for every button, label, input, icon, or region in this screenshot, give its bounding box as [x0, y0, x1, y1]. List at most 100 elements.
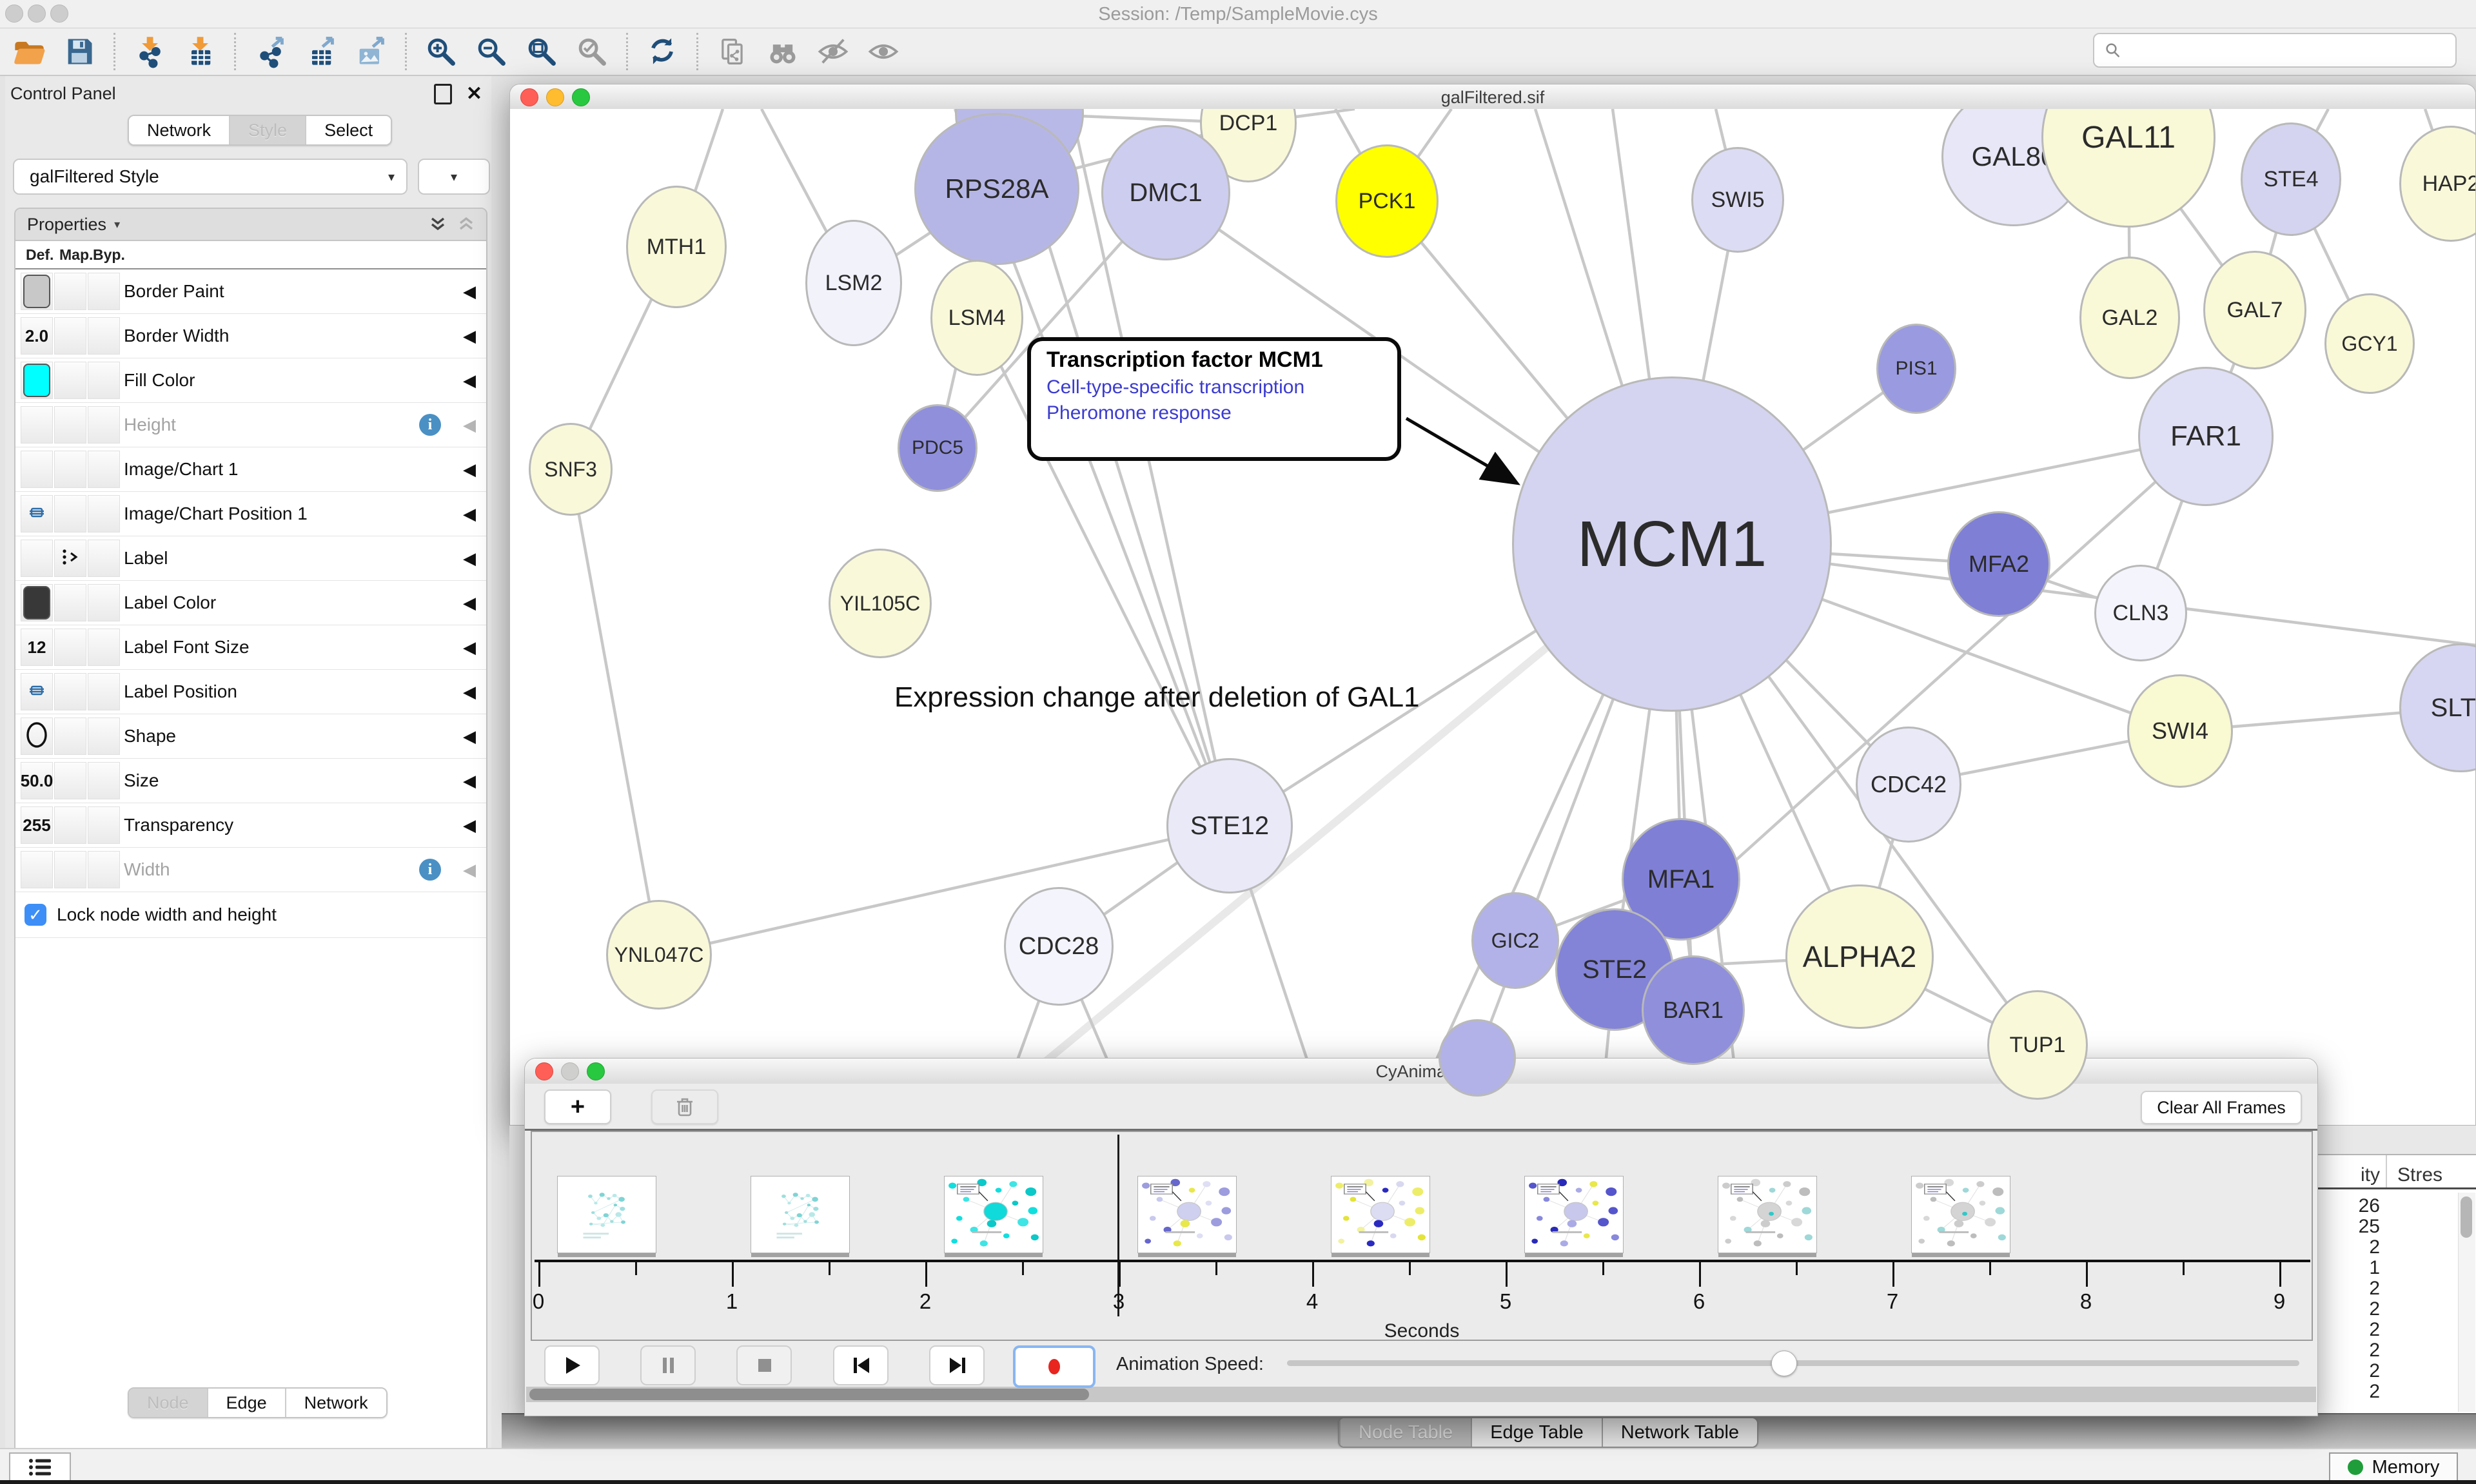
default-cell[interactable]: [21, 851, 53, 888]
bypass-cell[interactable]: [88, 851, 120, 888]
default-cell[interactable]: [21, 406, 53, 444]
refresh-icon[interactable]: [644, 33, 681, 70]
timeline-frame-3[interactable]: [1137, 1176, 1237, 1253]
table-tab-edge-table[interactable]: Edge Table: [1471, 1418, 1602, 1447]
style-tab-edge[interactable]: Edge: [207, 1389, 285, 1417]
mapping-cell[interactable]: [54, 362, 86, 399]
mapping-cell[interactable]: [54, 851, 86, 888]
property-row-label-position[interactable]: Label Position ◀: [15, 670, 486, 714]
default-cell[interactable]: [21, 718, 53, 755]
mapping-cell[interactable]: [54, 406, 86, 444]
expand-property-icon[interactable]: ◀: [463, 581, 476, 625]
mapping-cell[interactable]: [54, 273, 86, 310]
property-row-label-font-size[interactable]: 12 Label Font Size ◀: [15, 625, 486, 670]
property-row-image-chart-1[interactable]: Image/Chart 1 ◀: [15, 447, 486, 492]
default-value[interactable]: 12: [28, 638, 46, 658]
property-row-width[interactable]: Width i ◀: [15, 848, 486, 892]
bypass-cell[interactable]: [88, 317, 120, 355]
network-canvas[interactable]: DCP1RPS28ADMC1PCK1SWI5GAL80GAL11STE4HAP2…: [510, 109, 2475, 1125]
tab-style[interactable]: Style: [229, 116, 305, 144]
skip-to-start-button[interactable]: [833, 1345, 889, 1385]
property-row-label-color[interactable]: Label Color ◀: [15, 581, 486, 625]
table-column-header-ity[interactable]: ity: [2315, 1164, 2380, 1186]
expand-property-icon[interactable]: ◀: [463, 670, 476, 714]
play-button[interactable]: [544, 1345, 600, 1385]
memory-button[interactable]: Memory: [2329, 1452, 2458, 1482]
default-value[interactable]: 50.0: [21, 771, 54, 791]
table-cell[interactable]: 2: [2315, 1298, 2380, 1320]
timeline-frame-6[interactable]: [1718, 1176, 1817, 1253]
export-table-icon[interactable]: [302, 33, 339, 70]
save-session-icon[interactable]: [61, 33, 98, 70]
stop-button[interactable]: [736, 1345, 792, 1385]
record-button[interactable]: [1013, 1345, 1096, 1388]
default-cell[interactable]: 2.0: [21, 317, 53, 355]
find-icon[interactable]: [764, 33, 801, 70]
timeline-frame-2[interactable]: [944, 1176, 1043, 1253]
default-cell[interactable]: 50.0: [21, 762, 53, 799]
skip-to-end-button[interactable]: [929, 1345, 985, 1385]
pause-button[interactable]: [640, 1345, 696, 1385]
tab-select[interactable]: Select: [305, 116, 391, 144]
expand-property-icon[interactable]: ◀: [463, 848, 476, 892]
bypass-cell[interactable]: [88, 406, 120, 444]
expand-property-icon[interactable]: ◀: [463, 536, 476, 580]
clone-network-icon[interactable]: [714, 33, 751, 70]
mapping-cell[interactable]: [54, 718, 86, 755]
default-value[interactable]: 2.0: [25, 326, 48, 346]
table-scrollbar-thumb[interactable]: [2461, 1196, 2472, 1238]
property-row-height[interactable]: Height i ◀: [15, 403, 486, 447]
mapping-cell[interactable]: [54, 451, 86, 488]
bypass-cell[interactable]: [88, 762, 120, 799]
float-panel-icon[interactable]: [434, 84, 452, 104]
task-history-button[interactable]: [9, 1452, 71, 1482]
bypass-cell[interactable]: [88, 273, 120, 310]
property-row-label[interactable]: Label ◀: [15, 536, 486, 581]
timeline-frame-1[interactable]: [751, 1176, 850, 1253]
search-box[interactable]: [2093, 33, 2457, 68]
lock-checkbox[interactable]: ✓: [25, 904, 46, 926]
expand-property-icon[interactable]: ◀: [463, 269, 476, 313]
default-cell[interactable]: [21, 584, 53, 621]
tab-network[interactable]: Network: [129, 116, 229, 144]
bypass-cell[interactable]: [88, 806, 120, 844]
style-options-button[interactable]: ▾: [418, 159, 490, 195]
color-swatch[interactable]: [23, 275, 50, 308]
chevron-down-icon[interactable]: ▾: [114, 218, 120, 231]
network-window-titlebar[interactable]: galFiltered.sif: [510, 84, 2475, 110]
expand-property-icon[interactable]: ◀: [463, 314, 476, 358]
style-selector[interactable]: galFiltered Style ▾: [13, 159, 408, 195]
bypass-cell[interactable]: [88, 362, 120, 399]
table-column-header-stres[interactable]: Stres: [2397, 1164, 2442, 1186]
table-scrollbar[interactable]: [2458, 1193, 2475, 1412]
mapping-cell[interactable]: [54, 673, 86, 710]
table-cell[interactable]: 25: [2315, 1216, 2380, 1238]
bypass-cell[interactable]: [88, 584, 120, 621]
bypass-cell[interactable]: [88, 540, 120, 577]
style-tab-network[interactable]: Network: [285, 1389, 386, 1417]
bypass-cell[interactable]: [88, 718, 120, 755]
import-table-icon[interactable]: [181, 33, 219, 70]
property-row-image-chart-position-1[interactable]: Image/Chart Position 1 ◀: [15, 492, 486, 536]
timeline-frame-5[interactable]: [1524, 1176, 1624, 1253]
mapping-cell[interactable]: [54, 495, 86, 532]
style-tab-node[interactable]: Node: [129, 1389, 207, 1417]
property-row-shape[interactable]: Shape ◀: [15, 714, 486, 759]
zoom-out-icon[interactable]: [473, 33, 510, 70]
expand-property-icon[interactable]: ◀: [463, 803, 476, 847]
default-cell[interactable]: [21, 495, 53, 532]
zoom-selected-icon[interactable]: [573, 33, 611, 70]
bypass-cell[interactable]: [88, 451, 120, 488]
bypass-cell[interactable]: [88, 495, 120, 532]
mapping-cell[interactable]: [54, 806, 86, 844]
property-row-fill-color[interactable]: Fill Color ◀: [15, 358, 486, 403]
expand-property-icon[interactable]: ◀: [463, 447, 476, 491]
export-image-icon[interactable]: [352, 33, 389, 70]
bypass-cell[interactable]: [88, 629, 120, 666]
default-cell[interactable]: [21, 673, 53, 710]
table-tab-node-table[interactable]: Node Table: [1339, 1418, 1471, 1447]
table-cell[interactable]: 2: [2315, 1236, 2380, 1258]
table-cell[interactable]: 2: [2315, 1278, 2380, 1300]
timeline-hscrollbar-thumb[interactable]: [529, 1389, 1089, 1400]
expand-property-icon[interactable]: ◀: [463, 492, 476, 536]
